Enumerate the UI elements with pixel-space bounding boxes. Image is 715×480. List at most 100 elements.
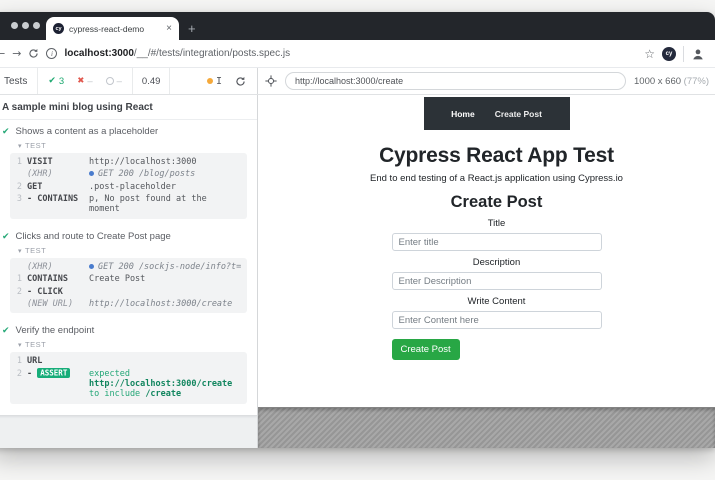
app-navbar: Home Create Post: [424, 97, 570, 130]
title-input[interactable]: [392, 233, 602, 251]
passed-check-icon: ✔: [48, 76, 56, 86]
assert-value: http://localhost:3000/create: [89, 379, 232, 389]
command-message: GET 200 /sockjs-node/info?t=1546869…: [89, 262, 241, 272]
site-info-icon[interactable]: i: [46, 48, 57, 59]
omnibox[interactable]: localhost:3000/__/#/tests/integration/po…: [64, 48, 290, 59]
tab-title: cypress-react-demo: [69, 24, 162, 34]
test-duration: 0.49: [133, 76, 170, 87]
tests-back-button[interactable]: Tests: [0, 76, 37, 87]
divider: [169, 68, 170, 94]
text-cursor-icon: I: [216, 76, 222, 87]
attempt-header[interactable]: ▾TEST: [0, 338, 257, 350]
command-name: URL: [27, 356, 89, 366]
command-message: http://localhost:3000/create: [89, 299, 241, 309]
new-tab-button[interactable]: +: [188, 22, 196, 35]
command-log: A sample mini blog using React ✔ Shows a…: [0, 95, 257, 416]
attempt-header[interactable]: ▾TEST: [0, 139, 257, 151]
suite-title[interactable]: A sample mini blog using React: [0, 95, 257, 120]
command-number: [10, 169, 27, 179]
xhr-message: GET 200 /sockjs-node/info?t=1546869…: [98, 262, 241, 272]
content-label: Write Content: [392, 296, 602, 307]
attempt-label: TEST: [25, 141, 46, 150]
studio-toggle[interactable]: I: [207, 76, 235, 87]
command-name: - CLICK: [27, 287, 89, 297]
create-post-button[interactable]: Create Post: [392, 339, 460, 360]
attempt-header[interactable]: ▾TEST: [0, 244, 257, 256]
stat-passed: ✔ 3: [48, 76, 64, 87]
app-title: Cypress React App Test: [278, 144, 715, 168]
tab-strip: cy cypress-react-demo × +: [0, 12, 715, 40]
command-row[interactable]: 2 - CLICK: [10, 286, 247, 298]
command-message: .post-placeholder: [89, 182, 241, 192]
title-label: Title: [392, 218, 602, 229]
aut-stage: Home Create Post Cypress React App Test …: [258, 95, 715, 448]
forward-icon[interactable]: →: [12, 48, 21, 59]
command-message: p, No post found at the moment: [89, 194, 241, 215]
command-number: 1: [10, 356, 27, 366]
command-name: GET: [27, 182, 89, 192]
cypress-extension-icon[interactable]: cy: [662, 47, 676, 61]
command-row[interactable]: 2 GET .post-placeholder: [10, 181, 247, 193]
cypress-toolbar: Tests ✔ 3 ✖ – – 0.49: [0, 68, 715, 95]
restart-tests-icon[interactable]: [235, 76, 257, 87]
command-number: 1: [10, 274, 27, 284]
description-label: Description: [392, 257, 602, 268]
window-close-icon[interactable]: [11, 22, 18, 29]
failed-x-icon: ✖: [77, 76, 84, 86]
nav-home-link[interactable]: Home: [451, 109, 475, 119]
description-input[interactable]: [392, 272, 602, 290]
route-dot-icon: [89, 264, 94, 269]
assert-message: expected http://localhost:3000/create to…: [89, 369, 241, 400]
command-name: VISIT: [27, 157, 89, 167]
command-block: 1 URL 2 - ASSERT expected http://localho…: [10, 352, 247, 403]
back-icon[interactable]: ←: [0, 48, 5, 59]
reload-icon[interactable]: [28, 48, 39, 59]
command-row[interactable]: 1 URL: [10, 355, 247, 367]
test-passed-check-icon: ✔: [2, 326, 10, 336]
assert-mid: to include: [89, 389, 140, 399]
test-title[interactable]: ✔ Shows a content as a placeholder: [0, 120, 257, 139]
attempt-label: TEST: [25, 246, 46, 255]
assert-row[interactable]: 2 - ASSERT expected http://localhost:300…: [10, 368, 247, 401]
viewport-dimensions: 1000 x 660: [634, 76, 681, 87]
content-input[interactable]: [392, 311, 602, 329]
test-passed-check-icon: ✔: [2, 127, 10, 137]
command-name: - ASSERT: [27, 369, 89, 400]
test-title[interactable]: ✔ Clicks and route to Create Post page: [0, 225, 257, 244]
nav-create-post-link[interactable]: Create Post: [495, 109, 542, 119]
create-post-form: Title Description Write Content Create P…: [392, 218, 602, 360]
command-row[interactable]: 3 - CONTAINS p, No post found at the mom…: [10, 193, 247, 216]
new-url-row[interactable]: (NEW URL) http://localhost:3000/create: [10, 298, 247, 310]
url-host: localhost:3000: [64, 48, 133, 59]
command-block: 1 VISIT http://localhost:3000 (XHR) GET …: [10, 153, 247, 219]
aut-url: http://localhost:3000/create: [295, 76, 403, 86]
command-name: (XHR): [27, 169, 89, 179]
command-name: CONTAINS: [27, 274, 89, 284]
aut-url-field[interactable]: http://localhost:3000/create: [285, 72, 626, 90]
stat-pending: –: [106, 76, 122, 87]
pending-count: –: [117, 76, 122, 87]
selector-playground-icon[interactable]: [265, 75, 277, 87]
assert-value: /create: [145, 389, 181, 399]
xhr-row[interactable]: (XHR) GET 200 /blog/posts: [10, 168, 247, 180]
test-name: Clicks and route to Create Post page: [16, 231, 171, 242]
test-title[interactable]: ✔ Verify the endpoint: [0, 319, 257, 338]
command-log-panel: A sample mini blog using React ✔ Shows a…: [0, 95, 258, 448]
profile-icon[interactable]: [691, 47, 705, 61]
command-number: 2: [10, 369, 27, 400]
route-dot-icon: [89, 171, 94, 176]
command-row[interactable]: 1 VISIT http://localhost:3000: [10, 156, 247, 168]
form-heading: Create Post: [278, 193, 715, 212]
window-minimize-icon[interactable]: [22, 22, 29, 29]
command-block: (XHR) GET 200 /sockjs-node/info?t=154686…: [10, 258, 247, 313]
viewport-scale: (77%): [684, 76, 709, 87]
tab-close-icon[interactable]: ×: [166, 23, 172, 34]
passed-count: 3: [59, 76, 64, 87]
browser-tab[interactable]: cy cypress-react-demo ×: [46, 17, 179, 40]
bookmark-star-icon[interactable]: ☆: [644, 47, 655, 61]
xhr-row[interactable]: (XHR) GET 200 /sockjs-node/info?t=154686…: [10, 261, 247, 273]
command-row[interactable]: 1 CONTAINS Create Post: [10, 273, 247, 285]
xhr-message: GET 200 /blog/posts: [98, 169, 195, 179]
failed-count: –: [87, 76, 92, 87]
window-maximize-icon[interactable]: [33, 22, 40, 29]
